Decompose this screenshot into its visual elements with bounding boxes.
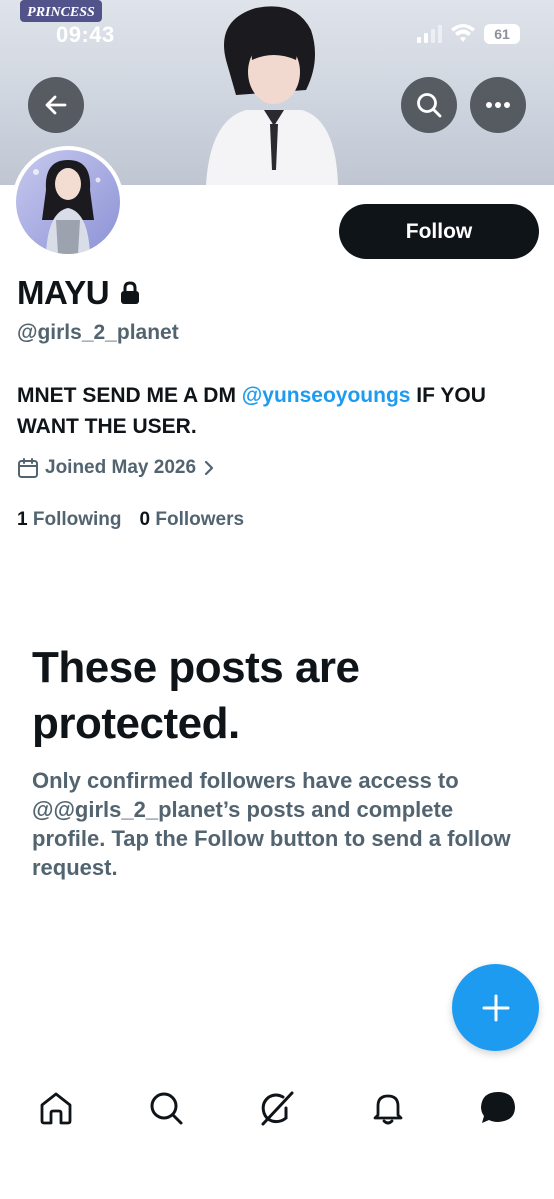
protected-description: Only confirmed followers have access to … — [32, 768, 511, 880]
bell-icon — [373, 1094, 403, 1125]
back-arrow-icon — [45, 95, 67, 115]
follow-button[interactable]: Follow — [339, 204, 539, 259]
tab-messages[interactable] — [474, 1084, 522, 1132]
profile-name-row: MAYU — [17, 274, 141, 312]
following-label: Following — [32, 509, 122, 530]
signal-icon — [417, 25, 442, 43]
chevron-right-icon — [204, 460, 214, 476]
followers-count: 0 — [139, 509, 151, 530]
protected-title: These posts are protected. — [32, 643, 360, 748]
profile-name: MAYU — [17, 274, 110, 311]
back-button[interactable] — [28, 77, 84, 133]
more-icon — [486, 102, 510, 108]
home-icon — [40, 1092, 72, 1125]
search-icon — [417, 93, 442, 118]
joined-date[interactable]: Joined May 2026 — [17, 457, 216, 479]
following-count: 1 — [17, 509, 28, 530]
calendar-icon — [18, 458, 38, 478]
joined-date-text: Joined May 2026 — [45, 457, 197, 478]
follow-stats: 1 Following 0 Followers — [17, 509, 244, 531]
wifi-icon — [451, 24, 475, 42]
bio-text-prefix: MNET SEND ME A DM — [17, 384, 242, 407]
battery-indicator: 61 — [484, 24, 520, 44]
following-stat[interactable]: 1 Following — [17, 509, 122, 531]
banner-logo-text: PRINCESS — [27, 5, 95, 20]
search-icon — [150, 1092, 183, 1125]
lock-icon — [121, 281, 140, 304]
banner-person-photo — [206, 6, 338, 185]
messages-icon — [481, 1092, 515, 1123]
tab-grok[interactable] — [252, 1084, 300, 1132]
more-options-button[interactable] — [470, 77, 526, 133]
tab-home[interactable] — [32, 1084, 80, 1132]
plus-icon — [482, 994, 509, 1021]
grok-icon — [261, 1091, 294, 1126]
profile-avatar[interactable] — [12, 146, 124, 258]
followers-stat[interactable]: 0 Followers — [140, 509, 245, 531]
tab-notifications[interactable] — [364, 1084, 412, 1132]
status-time: 09:43 — [56, 22, 115, 47]
tab-search[interactable] — [142, 1084, 190, 1132]
bio-mention-link[interactable]: @yunseoyoungs — [242, 384, 411, 407]
compose-post-button[interactable] — [452, 964, 539, 1051]
followers-label: Followers — [155, 509, 245, 530]
bottom-tab-bar — [0, 1070, 554, 1145]
status-icons: 61 — [416, 24, 520, 44]
avatar-photo — [16, 150, 120, 254]
search-button[interactable] — [401, 77, 457, 133]
profile-handle: @girls_2_planet — [17, 321, 179, 344]
profile-bio: MNET SEND ME A DM @yunseoyoungs IF YOU W… — [17, 380, 537, 442]
